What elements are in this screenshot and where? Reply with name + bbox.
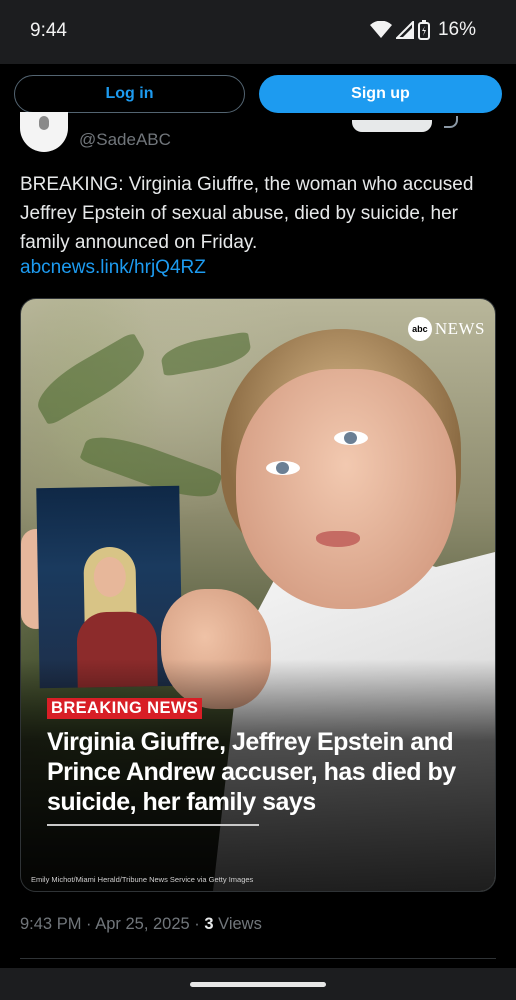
gesture-handle[interactable] <box>190 982 326 987</box>
auth-bar: Log in Sign up <box>0 64 516 122</box>
background-leaf <box>29 331 153 427</box>
user-handle[interactable]: @SadeABC <box>79 130 171 150</box>
views-count: 3 <box>204 915 214 933</box>
status-icons: 16% <box>369 19 476 41</box>
status-time: 9:44 <box>30 20 67 41</box>
headline-divider <box>47 824 259 826</box>
tweet-timestamp[interactable]: 9:43 PM · Apr 25, 2025 · <box>20 915 204 933</box>
grok-icon[interactable] <box>444 116 458 128</box>
avatar-figure <box>39 116 49 130</box>
photo-credit: Emily Michot/Miami Herald/Tribune News S… <box>31 875 254 884</box>
media-headline: Virginia Giuffre, Jeffrey Epstein and Pr… <box>47 728 456 816</box>
signup-button[interactable]: Sign up <box>259 75 502 113</box>
login-button[interactable]: Log in <box>14 75 245 113</box>
subject-eye-left <box>266 461 300 475</box>
tweet-meta: 9:43 PM · Apr 25, 2025 · 3 Views <box>20 915 262 934</box>
avatar[interactable] <box>20 112 68 152</box>
signal-icon <box>395 21 414 39</box>
battery-percent: 16% <box>437 19 476 40</box>
subject-eye-right <box>334 431 368 445</box>
breaking-news-badge: BREAKING NEWS <box>47 698 203 719</box>
views-label: Views <box>213 915 262 933</box>
status-bar: 9:44 16% <box>0 0 516 64</box>
subject-face <box>236 369 456 609</box>
abc-logo-text: NEWS <box>434 319 485 338</box>
abc-logo-circle: abc <box>407 317 432 341</box>
battery-icon <box>417 20 430 40</box>
divider <box>20 958 496 959</box>
abc-news-logo: abc NEWS <box>407 317 485 341</box>
tweet-media-image[interactable]: abc NEWS BREAKING NEWS Virginia Giuffre,… <box>20 298 496 892</box>
wifi-icon <box>369 21 392 39</box>
subject-lips <box>316 531 360 547</box>
tweet-link[interactable]: abcnews.link/hrjQ4RZ <box>20 257 206 279</box>
navigation-bar <box>0 968 516 1000</box>
follow-button[interactable] <box>352 120 432 132</box>
tweet-text: BREAKING: Virginia Giuffre, the woman wh… <box>20 174 474 253</box>
background-leaf <box>159 331 253 377</box>
